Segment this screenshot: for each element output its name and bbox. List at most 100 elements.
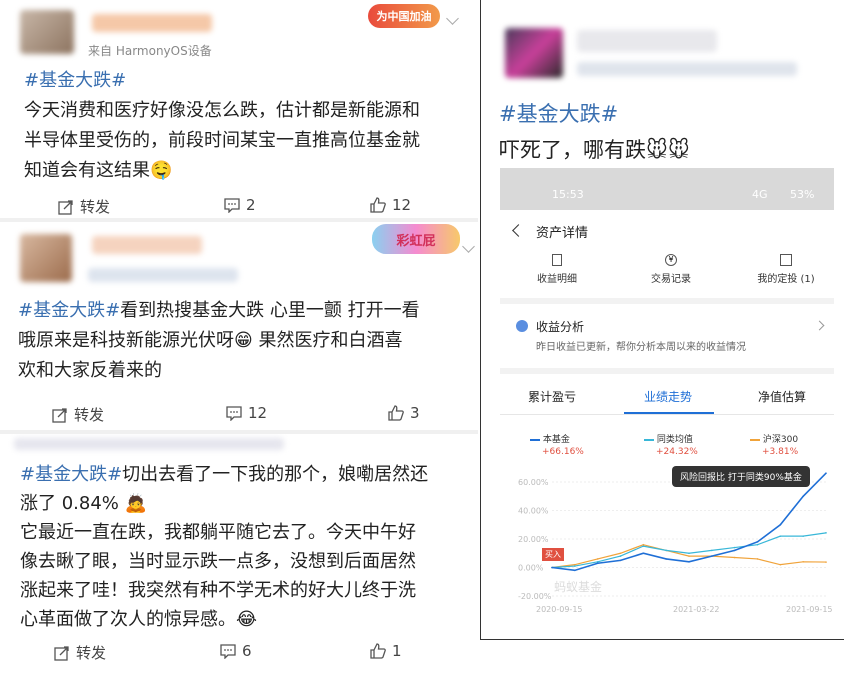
tab-cumulative[interactable]: 累计盈亏: [528, 388, 576, 405]
post-line: 知道会有这结果: [24, 160, 150, 181]
chart-tooltip: 风险回报比 打于同类90%基金: [672, 466, 810, 487]
post-line: 哦原来是科技新能源光伏呀: [18, 330, 234, 351]
emoji: 😂: [236, 609, 258, 630]
data-point: [619, 559, 622, 562]
y-tick-label: 60.00%: [518, 478, 549, 487]
post-line: 欢和大家反着来的: [18, 360, 162, 381]
divider: [500, 368, 834, 374]
status-badge: 为中国加油: [368, 4, 440, 28]
status-time: 15:53: [552, 188, 584, 201]
post-line: 果然医疗和白酒喜: [258, 330, 403, 351]
y-tick-label: 20.00%: [518, 535, 549, 544]
buy-marker: 买入: [542, 548, 564, 561]
legend-swatch: [530, 438, 540, 441]
quick-income-detail[interactable]: 收益明细: [522, 254, 592, 285]
tab-nav-estimate[interactable]: 净值估算: [758, 388, 806, 405]
x-tick-label: 2020-09-15: [536, 605, 583, 614]
post-card-1: 来自 HarmonyOS设备 为中国加油 #基金大跌# 今天消费和医疗好像没怎么…: [0, 0, 478, 218]
repost-label: 转发: [76, 644, 107, 662]
repost-icon: [54, 645, 69, 661]
comment-icon: [224, 198, 240, 213]
post-body: #基金大跌#切出去看了一下我的那个，娘嘞居然还 涨了 0.84% 🙇 它最近一直…: [20, 460, 476, 634]
hashtag[interactable]: #基金大跌#: [499, 102, 618, 126]
data-point: [733, 556, 736, 559]
post-card-2: 彩虹屁 #基金大跌#看到热搜基金大跌 心里一颤 打开一看 哦原来是科技新能源光伏…: [0, 222, 478, 434]
hashtag[interactable]: #基金大跌#: [20, 464, 122, 485]
divider: [500, 298, 834, 304]
legend-name: 本基金: [542, 435, 570, 445]
data-point: [688, 561, 690, 563]
username[interactable]: [92, 236, 202, 254]
repost-button[interactable]: 转发: [58, 196, 110, 217]
like-count: 12: [392, 196, 412, 214]
legend-item: 同类均值 +24.32%: [644, 432, 698, 457]
data-point: [733, 549, 736, 552]
comment-button[interactable]: 2: [224, 196, 256, 214]
post-body: #基金大跌# 今天消费和医疗好像没怎么跌，估计都是新能源和 半导体里受伤的，前段…: [24, 66, 464, 186]
data-point: [688, 552, 690, 555]
comment-icon: [220, 644, 236, 659]
avatar[interactable]: [505, 28, 563, 78]
x-tick-label: 2021-03-22: [673, 605, 720, 614]
data-point: [596, 562, 599, 565]
legend-item: 本基金 +66.16%: [530, 432, 584, 457]
comment-count: 12: [248, 404, 268, 422]
hashtag[interactable]: #基金大跌#: [18, 300, 120, 321]
username[interactable]: [577, 30, 717, 52]
like-button[interactable]: 12: [370, 196, 411, 214]
post-line: 半导体里受伤的，前段时间某宝一直推高位基金就: [24, 130, 420, 151]
legend-value: +24.32%: [656, 447, 698, 457]
username[interactable]: [92, 14, 212, 32]
avatar[interactable]: [20, 10, 74, 54]
performance-chart: 60.00% 40.00% 20.00% 0.00% -20.00% 2020-09-15…: [518, 472, 833, 614]
like-count: 3: [410, 404, 420, 422]
analysis-subtitle: 昨日收益已更新，帮你分析本周以来的收益情况: [536, 342, 746, 353]
data-point: [711, 549, 713, 552]
repost-button[interactable]: 转发: [54, 642, 106, 663]
y-tick-label: -20.00%: [518, 592, 552, 601]
hashtag[interactable]: #基金大跌#: [24, 70, 126, 91]
comment-button[interactable]: 6: [220, 642, 252, 660]
quick-trade-records[interactable]: ¥ 交易记录: [636, 254, 706, 285]
post-line: 涨起来了哇！我突然有种不学无术的好大儿终于洗: [20, 580, 416, 601]
data-point: [642, 543, 645, 546]
post-line: 看到热搜基金大跌 心里一颤 打开一看: [120, 300, 420, 321]
legend-swatch: [644, 438, 654, 441]
analysis-icon: [516, 320, 528, 332]
data-point: [665, 549, 667, 552]
repost-label: 转发: [74, 406, 105, 424]
repost-icon: [58, 199, 73, 215]
data-point: [619, 552, 622, 555]
tab-performance[interactable]: 业绩走势: [644, 388, 692, 405]
avatar[interactable]: [20, 234, 72, 282]
legend-name: 同类均值: [656, 435, 693, 445]
comment-button[interactable]: 12: [226, 404, 267, 422]
data-point: [688, 555, 690, 557]
like-button[interactable]: 3: [388, 404, 420, 422]
like-count: 1: [392, 642, 402, 660]
data-point: [642, 552, 645, 555]
post-line: 今天消费和医疗好像没怎么跌，估计都是新能源和: [24, 100, 420, 121]
watermark: 蚂蚁基金: [554, 580, 603, 594]
thumbs-up-icon: [388, 405, 404, 421]
y-tick-label: 40.00%: [518, 507, 549, 516]
username[interactable]: [14, 438, 284, 450]
post-line: 涨了 0.84%: [20, 493, 119, 514]
income-analysis-row[interactable]: 收益分析 昨日收益已更新，帮你分析本周以来的收益情况: [500, 310, 834, 360]
post-line: 像去瞅了眼，当时显示跌一点多，没想到后面居然: [20, 551, 416, 572]
post-line: 吓死了，哪有跌: [499, 138, 646, 162]
data-point: [574, 565, 576, 567]
chevron-down-icon[interactable]: [446, 12, 459, 25]
like-button[interactable]: 1: [370, 642, 402, 660]
divider: [0, 430, 478, 434]
thumbs-up-icon: [370, 643, 386, 659]
chevron-down-icon[interactable]: [462, 240, 475, 253]
post-source: [577, 62, 797, 76]
back-button[interactable]: [512, 224, 525, 237]
repost-button[interactable]: 转发: [52, 404, 104, 425]
thumbs-up-icon: [370, 197, 386, 213]
data-point: [596, 558, 599, 560]
quick-my-plan[interactable]: 我的定投 (1): [746, 254, 826, 285]
analysis-title: 收益分析: [536, 320, 585, 334]
repost-label: 转发: [80, 198, 111, 216]
